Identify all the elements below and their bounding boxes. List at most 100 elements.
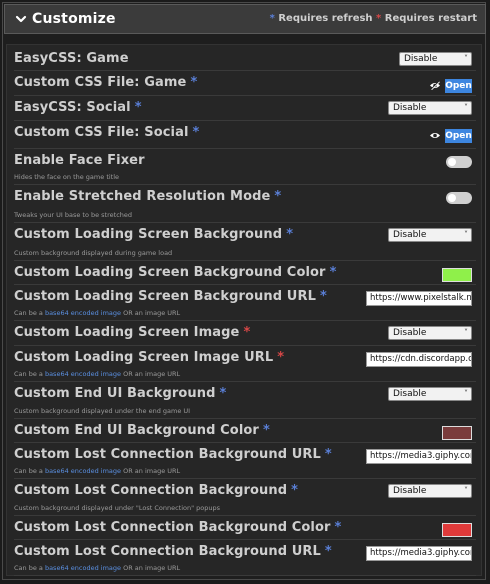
setting-toggle[interactable] <box>446 192 472 204</box>
setting-label-text: Enable Stretched Resolution Mode <box>14 189 271 204</box>
setting-label: Enable Stretched Resolution Mode * <box>14 189 281 204</box>
setting-label-text: Custom CSS File: Social <box>14 125 189 140</box>
setting-description: Tweaks your UI base to be stretched <box>14 211 133 219</box>
base64-link[interactable]: base64 encoded image <box>45 564 121 572</box>
setting-select[interactable]: Disable ˅ <box>388 326 472 340</box>
setting-label-text: Custom End UI Background Color <box>14 423 259 438</box>
refresh-legend-mark: * <box>269 13 275 24</box>
setting-row: Custom End UI Background * Disable ˅ Custom … <box>14 383 476 419</box>
setting-label: Custom CSS File: Game * <box>14 75 197 90</box>
setting-label: Custom Loading Screen Background * <box>14 227 293 242</box>
url-input[interactable]: https://media3.giphy.com <box>366 449 472 464</box>
setting-label-text: Custom CSS File: Game <box>14 75 187 90</box>
description-text: OR an image URL <box>121 467 181 475</box>
requires-refresh-mark: * <box>329 265 337 280</box>
chevron-down-icon[interactable] <box>15 13 27 25</box>
setting-description: Can be a base64 encoded image OR an imag… <box>14 309 180 317</box>
setting-row: Custom CSS File: Social * Open <box>14 122 476 149</box>
eye-slash-icon[interactable] <box>429 81 441 90</box>
base64-link[interactable]: base64 encoded image <box>45 467 121 475</box>
description-text: Can be a <box>14 564 45 572</box>
setting-label-text: Enable Face Fixer <box>14 153 145 168</box>
requires-refresh-mark: * <box>192 125 200 140</box>
setting-label: EasyCSS: Social * <box>14 100 142 115</box>
url-input[interactable]: https://cdn.discordapp.cc <box>366 352 472 367</box>
setting-row: Custom Lost Connection Background URL * ht… <box>14 541 476 576</box>
description-text: OR an image URL <box>121 309 181 317</box>
setting-label-text: Custom Lost Connection Background <box>14 483 288 498</box>
setting-label-text: Custom Loading Screen Image <box>14 325 240 340</box>
setting-label: Custom Loading Screen Background URL * <box>14 289 327 304</box>
setting-row: Custom Loading Screen Image * Disable ˅ <box>14 322 476 346</box>
setting-label-text: Custom Loading Screen Background Color <box>14 265 326 280</box>
description-text: OR an image URL <box>121 370 181 378</box>
setting-row: Custom Loading Screen Background * Disable… <box>14 224 476 261</box>
toggle-knob <box>448 194 456 202</box>
select-value: Disable <box>393 230 427 240</box>
chevron-down-icon: ˅ <box>464 230 468 239</box>
color-picker[interactable] <box>442 426 472 440</box>
setting-label-text: Custom Loading Screen Background URL <box>14 289 316 304</box>
setting-description: Can be a base64 encoded image OR an imag… <box>14 370 180 378</box>
setting-row: EasyCSS: Game Disable ˅ <box>14 48 476 71</box>
setting-label: Custom CSS File: Social * <box>14 125 199 140</box>
setting-select[interactable]: Disable ˅ <box>388 484 472 498</box>
requires-refresh-mark: * <box>324 447 332 462</box>
select-value: Disable <box>393 103 427 113</box>
setting-toggle[interactable] <box>446 156 472 168</box>
requires-refresh-mark: * <box>286 227 294 242</box>
setting-select[interactable]: Disable ˅ <box>399 52 472 66</box>
color-picker[interactable] <box>442 268 472 282</box>
section-title: Customize <box>32 11 116 27</box>
url-input[interactable]: https://media3.giphy.com <box>366 546 472 561</box>
url-input[interactable]: https://www.pixelstalk.n <box>366 291 472 306</box>
setting-row: Enable Stretched Resolution Mode * Tweaks … <box>14 186 476 223</box>
setting-row: Custom Loading Screen Background Color * <box>14 262 476 285</box>
requires-refresh-mark: * <box>274 189 282 204</box>
toggle-knob <box>448 158 456 166</box>
open-button[interactable]: Open <box>445 129 472 143</box>
setting-row: EasyCSS: Social * Disable ˅ <box>14 97 476 121</box>
chevron-down-icon: ˅ <box>464 103 468 112</box>
refresh-legend-text: Requires refresh <box>278 13 373 24</box>
setting-row: Custom Lost Connection Background URL * ht… <box>14 444 476 479</box>
setting-label: Custom Loading Screen Image URL * <box>14 350 284 365</box>
setting-label: Custom Lost Connection Background * <box>14 483 298 498</box>
chevron-down-icon: ˅ <box>464 54 468 63</box>
restart-legend-mark: * <box>376 13 382 24</box>
requires-refresh-mark: * <box>319 289 327 304</box>
color-picker[interactable] <box>442 523 472 537</box>
setting-label: Custom Lost Connection Background URL * <box>14 447 332 462</box>
chevron-down-icon: ˅ <box>464 328 468 337</box>
base64-link[interactable]: base64 encoded image <box>45 370 121 378</box>
setting-label-text: Custom Lost Connection Background Color <box>14 520 331 535</box>
select-value: Disable <box>393 389 427 399</box>
select-value: Disable <box>393 486 427 496</box>
setting-label: Enable Face Fixer <box>14 153 145 168</box>
description-text: Can be a <box>14 309 45 317</box>
setting-row: Enable Face Fixer Hides the face on the g… <box>14 150 476 185</box>
setting-description: Can be a base64 encoded image OR an imag… <box>14 467 180 475</box>
restart-legend-text: Requires restart <box>384 13 477 24</box>
select-value: Disable <box>393 328 427 338</box>
eye-icon[interactable] <box>429 131 441 140</box>
setting-label-text: Custom Lost Connection Background URL <box>14 447 321 462</box>
setting-select[interactable]: Disable ˅ <box>388 387 472 401</box>
requires-restart-mark: * <box>243 325 251 340</box>
open-button[interactable]: Open <box>445 79 472 93</box>
setting-label: Custom Loading Screen Image * <box>14 325 250 340</box>
setting-label-text: Custom Lost Connection Background URL <box>14 544 321 559</box>
customize-header[interactable]: Customize * Requires refresh * Requires … <box>4 4 486 34</box>
requires-refresh-mark: * <box>334 520 342 535</box>
setting-label: EasyCSS: Game <box>14 51 129 66</box>
requires-refresh-mark: * <box>262 423 270 438</box>
setting-row: Custom Lost Connection Background * Disabl… <box>14 480 476 516</box>
setting-label-text: EasyCSS: Social <box>14 100 131 115</box>
setting-select[interactable]: Disable ˅ <box>388 228 472 242</box>
setting-select[interactable]: Disable ˅ <box>388 101 472 115</box>
requires-refresh-mark: * <box>291 483 299 498</box>
requires-refresh-mark: * <box>219 386 227 401</box>
setting-description: Custom background displayed under the en… <box>14 407 191 415</box>
base64-link[interactable]: base64 encoded image <box>45 309 121 317</box>
setting-description: Hides the face on the game title <box>14 173 120 181</box>
